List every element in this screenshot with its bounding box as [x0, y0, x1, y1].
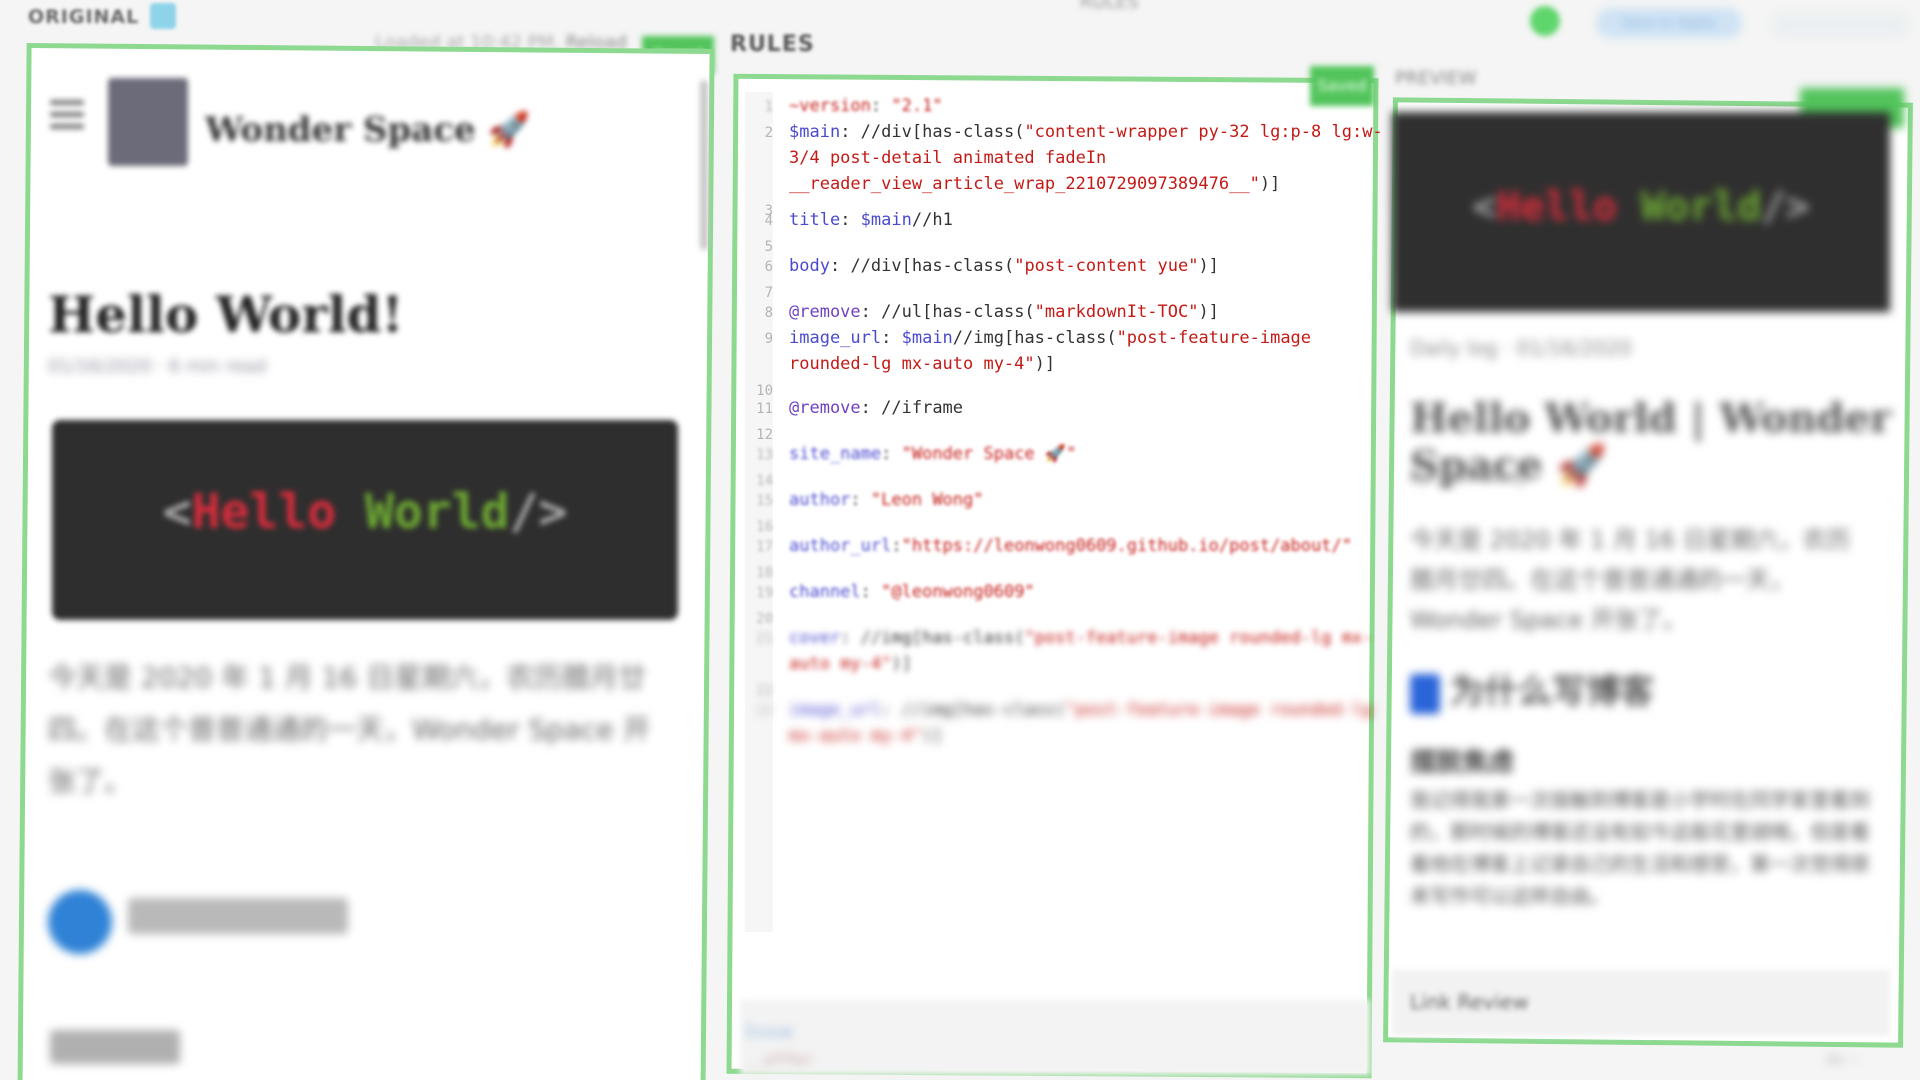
code-line-wrap[interactable]: auto my-4")]	[745, 654, 912, 674]
secondary-button[interactable]	[1770, 12, 1910, 38]
link-review-bar[interactable]: Link Review	[1392, 970, 1890, 1036]
code-line[interactable]: 17 author_url:"https://leonwong0609.githu…	[745, 536, 1352, 556]
code-line[interactable]: 8 @remove: //ul[has-class("markdownIt-TOC…	[745, 302, 1219, 322]
original-scrollbar[interactable]	[700, 80, 708, 250]
code-line[interactable]: 6 body: //div[has-class("post-content yue…	[745, 256, 1219, 276]
hero-hello: Hello	[191, 484, 337, 540]
footer-issue-link[interactable]: Issue	[745, 1022, 793, 1041]
code-line[interactable]: 23 image_url: //img[has-class("post-featu…	[745, 700, 1372, 720]
code-line[interactable]: 13 site_name: "Wonder Space 🚀"	[745, 444, 1076, 464]
site-title[interactable]: Wonder Space 🚀	[205, 110, 530, 150]
original-label: ORIGINAL	[28, 6, 140, 28]
post-meta: 01/16/2020 · 6 min read	[48, 356, 267, 377]
code-line[interactable]: 20	[745, 608, 789, 628]
code-line[interactable]: 19 channel: "@leonwong0609"	[745, 582, 1035, 602]
code-line-wrap[interactable]: 3/4 post-detail animated fadeIn	[745, 148, 1106, 168]
center-label: RULES	[1080, 0, 1139, 13]
code-line[interactable]: 4 title: $main//h1	[745, 210, 953, 230]
code-line-wrap[interactable]: mx-auto my-4")]	[745, 726, 943, 746]
toc-label	[128, 898, 348, 934]
code-line[interactable]: 9 image_url: $main//img[has-class("post-f…	[745, 328, 1311, 348]
line-number: 1	[764, 99, 773, 115]
code-line[interactable]: 5	[745, 236, 789, 256]
hero-gt: />	[509, 484, 568, 540]
preview-paragraph: 今天是 2020 年 1 月 16 日星期六，农历腊月廿四。在这个普普通通的一天…	[1410, 526, 1851, 634]
preview-byline[interactable]: By Leon Wong	[1410, 468, 1524, 487]
footer-offer-text: __offer	[745, 1050, 813, 1069]
hamburger-menu-icon[interactable]	[50, 100, 84, 136]
preview-label: PREVIEW	[1395, 68, 1477, 89]
code-line[interactable]: 21 cover: //img[has-class("post-feature-i…	[745, 628, 1372, 648]
code-line[interactable]: 22	[745, 680, 789, 700]
refresh-icon[interactable]	[150, 3, 176, 29]
code-line[interactable]: 15 author: "Leon Wong"	[745, 490, 983, 510]
code-line[interactable]: 11 @remove: //iframe	[745, 398, 963, 418]
code-line[interactable]: 7	[745, 282, 789, 302]
post-paragraph: 今天是 2020 年 1 月 16 日星期六，农历腊月廿四。在这个普普通通的一天…	[48, 661, 651, 798]
site-logo	[108, 78, 188, 166]
preview-meta: Daily log · 01/16/2020	[1410, 336, 1632, 360]
post-feature-image: <Hello World/>	[52, 420, 678, 620]
save-apply-button[interactable]: Save & Apply	[1596, 8, 1742, 38]
top-bar: ORIGINAL RULES Save & Apply	[0, 0, 1920, 38]
code-line[interactable]: 16	[745, 516, 789, 536]
rules-footer	[740, 1000, 1370, 1075]
preview-subheading: 摆脱焦虑	[1410, 748, 1515, 778]
toc-icon[interactable]	[48, 890, 112, 954]
status-dot-icon	[1530, 6, 1560, 36]
preview-paragraph-2: 我记得我第一次接触到博客是小学时在同学家里看到的，那时候的博客还没有如今这般花里…	[1410, 788, 1870, 908]
saved-badge-rules: Saved	[1310, 66, 1374, 106]
code-line[interactable]: 2 $main: //div[has-class("content-wrapper…	[745, 122, 1383, 142]
code-line[interactable]: 10	[745, 380, 789, 400]
preview-heading: 为什么写博客	[1410, 664, 1654, 714]
hero-text: <Hello World/>	[52, 484, 678, 540]
code-line[interactable]: 12	[745, 424, 789, 444]
code-line-wrap[interactable]: __reader_view_article_wrap_2210729097389…	[745, 174, 1280, 194]
code-line[interactable]: 1 ~version: "2.1"	[745, 96, 943, 116]
hero-world: World	[336, 484, 510, 540]
post-title: Hello World!	[48, 285, 404, 344]
code-line[interactable]: 18	[745, 562, 789, 582]
code-line[interactable]: 14	[745, 470, 789, 490]
preview-cover-image: <Hello World/>	[1392, 112, 1890, 312]
preview-hero-text: <Hello World/>	[1472, 184, 1810, 230]
code-line-wrap[interactable]: rounded-lg mx-auto my-4")]	[745, 354, 1055, 374]
rules-label: RULES	[730, 32, 815, 57]
instant-view-editor: ORIGINAL RULES Save & Apply Loaded at 10…	[0, 0, 1920, 1080]
bookmark-icon	[1410, 673, 1440, 714]
section-heading	[50, 1030, 180, 1064]
hero-lt: <	[162, 484, 192, 540]
link-review-label[interactable]: Link Review	[1410, 990, 1529, 1014]
zoom-indicator: 2x ···	[1826, 1052, 1861, 1068]
